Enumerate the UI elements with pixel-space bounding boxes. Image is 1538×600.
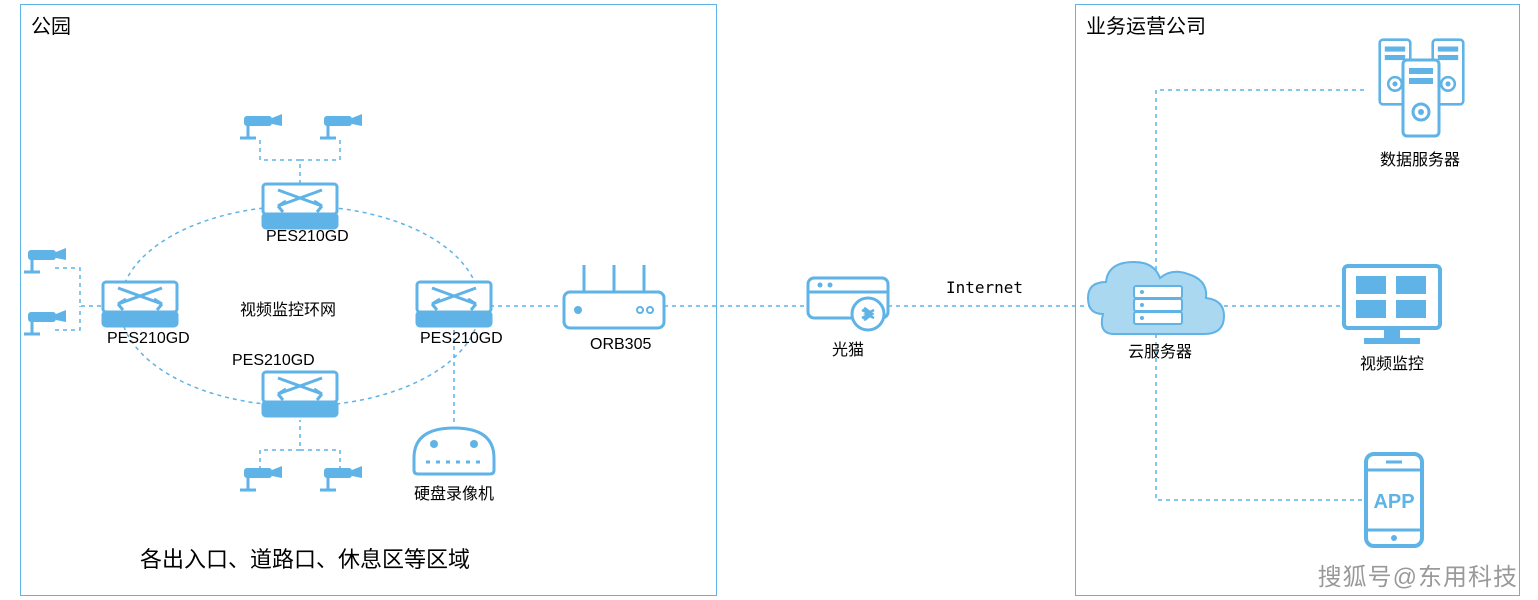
- switch-top-label: PES210GD: [266, 228, 349, 246]
- park-panel: 公园: [20, 4, 717, 596]
- modem-icon: [808, 278, 888, 330]
- subtitle: 各出入口、道路口、休息区等区域: [140, 542, 470, 574]
- modem-label: 光猫: [832, 336, 864, 360]
- cloud-label: 云服务器: [1128, 338, 1192, 362]
- router-label: ORB305: [590, 336, 651, 354]
- company-panel: 业务运营公司: [1075, 4, 1520, 596]
- company-title: 业务运营公司: [1086, 10, 1206, 39]
- switch-bottom-label: PES210GD: [232, 352, 315, 370]
- park-title: 公园: [31, 10, 71, 39]
- video-monitor-label: 视频监控: [1360, 350, 1424, 374]
- ring-label: 视频监控环网: [240, 296, 336, 320]
- data-server-label: 数据服务器: [1380, 146, 1460, 170]
- switch-left-label: PES210GD: [107, 330, 190, 348]
- nvr-label: 硬盘录像机: [414, 480, 494, 504]
- watermark: 搜狐号@东用科技: [1318, 557, 1518, 592]
- internet-label: Internet: [946, 278, 1023, 297]
- switch-right-label: PES210GD: [420, 330, 503, 348]
